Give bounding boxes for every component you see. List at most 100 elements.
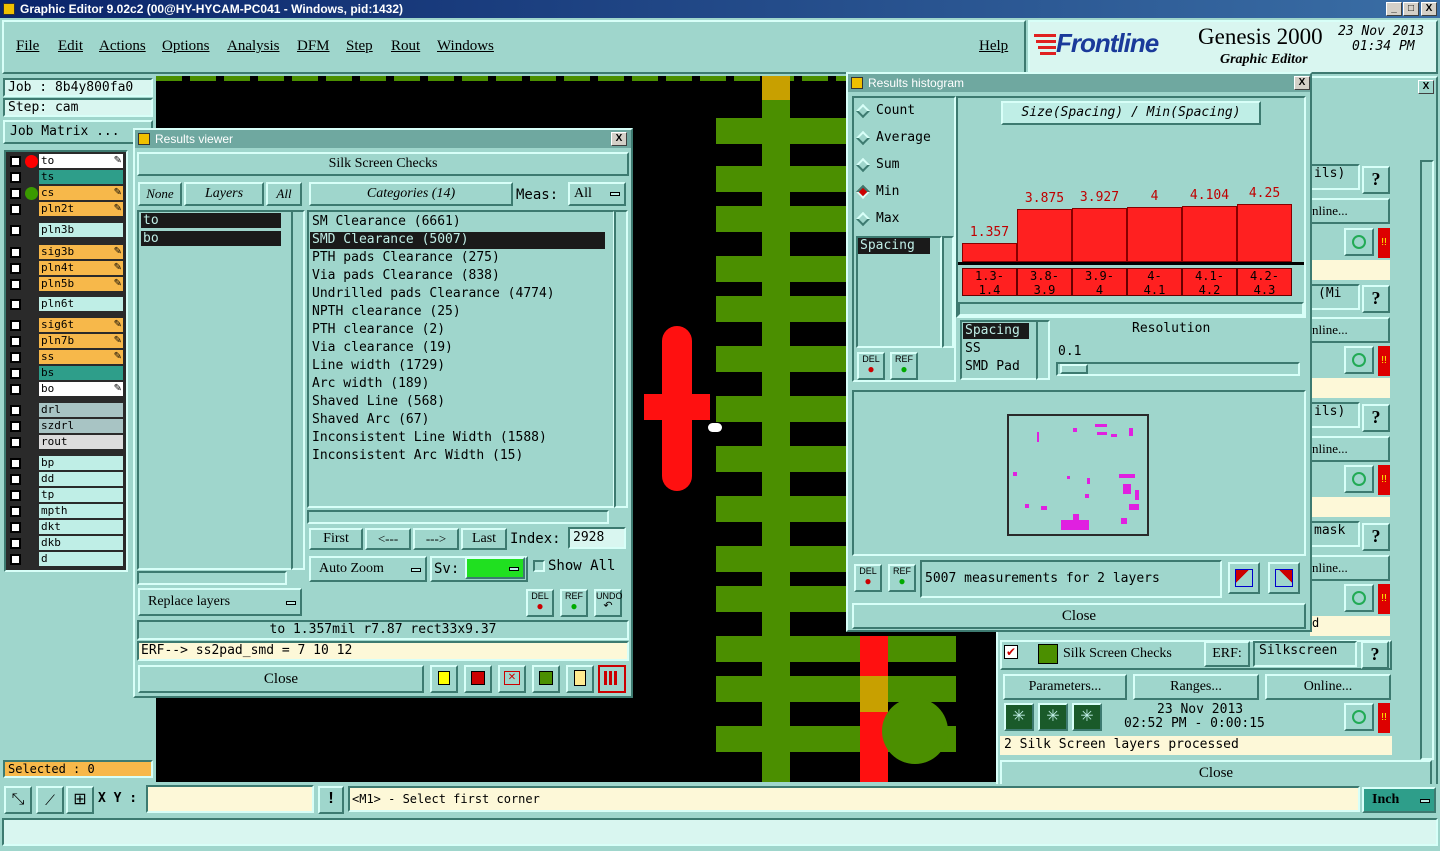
histogram-del-button[interactable]: DEL ● <box>857 352 885 380</box>
histogram-close-x[interactable]: X <box>1294 76 1310 90</box>
layer-checkbox[interactable] <box>10 538 21 549</box>
preview-ref-button[interactable]: REF ● <box>888 564 916 592</box>
layer-checkbox[interactable] <box>10 172 21 183</box>
zoom-icon[interactable] <box>1344 346 1374 374</box>
histogram-bar[interactable] <box>1182 206 1237 262</box>
layer-name[interactable]: drl <box>39 403 123 417</box>
step-icon[interactable] <box>532 665 560 693</box>
layer-row-d[interactable]: d <box>8 552 124 567</box>
layer-checkbox[interactable] <box>10 225 21 236</box>
layer-checkbox[interactable] <box>10 299 21 310</box>
layer-name[interactable]: bo <box>39 382 123 396</box>
zoom-icon[interactable] <box>1344 228 1374 256</box>
layer-row-pln2t[interactable]: pln2t ✎ <box>8 202 124 217</box>
layer-checkbox[interactable] <box>10 156 21 167</box>
category-item[interactable]: Via pads Clearance (838) <box>312 267 500 285</box>
show-all-checkbox[interactable] <box>533 560 545 572</box>
category-item[interactable]: NPTH clearance (25) <box>312 303 461 321</box>
layer-name[interactable]: rout <box>39 435 123 449</box>
first-button[interactable]: First <box>309 528 363 550</box>
close-button[interactable]: X <box>1421 2 1437 16</box>
layer-checkbox[interactable] <box>10 204 21 215</box>
layers-listbox[interactable] <box>137 210 293 570</box>
delete-results-icon[interactable]: ✕ <box>498 665 526 693</box>
layer-checkbox[interactable] <box>10 336 21 347</box>
layer-name[interactable]: bs <box>39 366 123 380</box>
layer-checkbox[interactable] <box>10 474 21 485</box>
auto-zoom-dropdown[interactable]: Auto Zoom <box>309 556 427 582</box>
run-icon[interactable]: ✳ <box>1004 703 1034 731</box>
layer-row-pln6t[interactable]: pln6t <box>8 297 124 312</box>
none-button[interactable]: None <box>138 182 182 206</box>
category-item[interactable]: Via clearance (19) <box>312 339 453 357</box>
job-matrix-button[interactable]: Job Matrix ... <box>3 120 153 144</box>
layer-row-bs[interactable]: bs <box>8 366 124 381</box>
bin-label[interactable]: 4- 4.1 <box>1127 268 1182 297</box>
run-selected-icon[interactable]: ✳ <box>1038 703 1068 731</box>
histogram-bar[interactable] <box>962 243 1017 262</box>
menu-analysis[interactable]: Analysis <box>227 38 280 55</box>
check-enabled-checkbox[interactable]: ✔ <box>1004 645 1018 659</box>
category-item[interactable]: PTH clearance (2) <box>312 321 445 339</box>
category-item[interactable]: Inconsistent Arc Width (15) <box>312 447 523 465</box>
layer-checkbox[interactable] <box>10 405 21 416</box>
layer-name[interactable]: dd <box>39 472 123 486</box>
layer-row-bo[interactable]: bo ✎ <box>8 382 124 397</box>
help-button[interactable]: ? <box>1362 285 1390 313</box>
menu-actions[interactable]: Actions <box>99 38 146 55</box>
erf-icon[interactable] <box>464 665 492 693</box>
layer-row-pln4t[interactable]: pln4t ✎ <box>8 261 124 276</box>
category-item[interactable]: Shaved Line (568) <box>312 393 445 411</box>
mode-radio-min[interactable]: Min <box>855 184 899 199</box>
histogram-bar[interactable] <box>1072 208 1127 262</box>
layer-name[interactable]: ts <box>39 170 123 184</box>
zoom-icon[interactable] <box>1344 703 1374 731</box>
chart-hscrollbar[interactable] <box>958 302 1304 316</box>
online-button[interactable]: nline... <box>1310 198 1390 224</box>
layer-row-dkt[interactable]: dkt <box>8 520 124 535</box>
category-item[interactable]: Arc width (189) <box>312 375 429 393</box>
mode-radio-sum[interactable]: Sum <box>855 157 899 172</box>
index-input[interactable]: 2928 <box>568 527 626 549</box>
layer-checkbox[interactable] <box>10 384 21 395</box>
zoom-icon[interactable] <box>1344 465 1374 493</box>
histogram-icon[interactable] <box>598 665 626 693</box>
highlight-icon[interactable] <box>430 665 458 693</box>
last-button[interactable]: Last <box>461 528 507 550</box>
results-viewer-close-button[interactable]: Close <box>138 665 424 693</box>
category-item[interactable]: SMD Clearance (5007) <box>312 231 469 249</box>
category-item[interactable]: PTH pads Clearance (275) <box>312 249 500 267</box>
sv-color-dropdown[interactable] <box>465 557 525 579</box>
layer-name[interactable]: to <box>39 154 123 168</box>
layer-checkbox[interactable] <box>10 522 21 533</box>
menu-file[interactable]: File <box>16 38 39 55</box>
online-button[interactable]: nline... <box>1310 317 1390 343</box>
layer-checkbox[interactable] <box>10 554 21 565</box>
layer-name[interactable]: tp <box>39 488 123 502</box>
help-button[interactable]: ? <box>1361 641 1389 669</box>
layer-checkbox[interactable] <box>10 458 21 469</box>
layer-name[interactable]: sig6t <box>39 318 123 332</box>
menu-help[interactable]: Help <box>979 38 1008 55</box>
layer-row-to[interactable]: to ✎ <box>8 154 124 169</box>
layers-label[interactable]: Layers <box>184 182 264 206</box>
exclamation-icon[interactable]: ! <box>318 786 344 814</box>
bin-label[interactable]: 1.3- 1.4 <box>962 268 1017 297</box>
layer-checkbox[interactable] <box>10 263 21 274</box>
mode-radio-max[interactable]: Max <box>855 211 899 226</box>
measure-scrollbar[interactable] <box>1036 320 1050 380</box>
zoom-icon[interactable] <box>1344 584 1374 612</box>
zoom-to-result-icon[interactable] <box>1228 562 1260 594</box>
layer-checkbox[interactable] <box>10 368 21 379</box>
menu-dfm[interactable]: DFM <box>297 38 330 55</box>
help-button[interactable]: ? <box>1362 404 1390 432</box>
xy-input[interactable] <box>146 785 314 813</box>
layer-name[interactable]: d <box>39 552 123 566</box>
categories-label[interactable]: Categories (14) <box>309 182 513 206</box>
menu-step[interactable]: Step <box>346 38 373 55</box>
layer-row-mpth[interactable]: mpth <box>8 504 124 519</box>
zoom-home-icon[interactable] <box>1268 562 1300 594</box>
measure-item[interactable]: SMD Pad <box>963 359 1020 375</box>
layers-scrollbar[interactable] <box>291 210 305 570</box>
layer-checkbox[interactable] <box>10 437 21 448</box>
